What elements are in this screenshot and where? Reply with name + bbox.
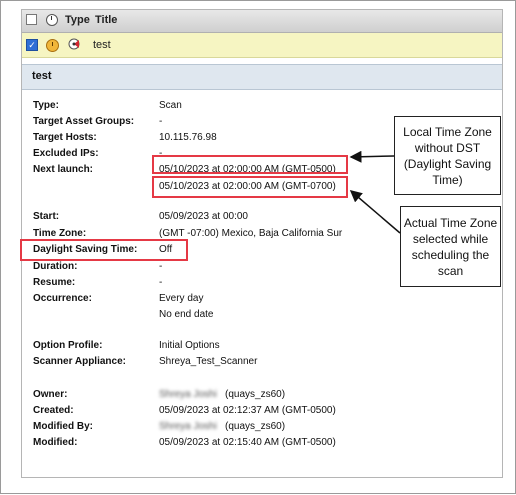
value-owner-login: (quays_zs60): [225, 389, 286, 400]
value-scanner-appliance: Shreya_Test_Scanner: [159, 356, 258, 367]
label-occurrence: Occurrence:: [33, 293, 92, 304]
value-occurrence: Every day: [159, 293, 204, 304]
label-excluded-ips: Excluded IPs:: [33, 148, 99, 159]
highlight-next-launch-actual: [152, 176, 348, 198]
detail-title: test: [32, 70, 52, 82]
table-row[interactable]: ✓ test: [22, 33, 502, 58]
value-target-asset-groups: -: [159, 116, 163, 127]
value-end-date: No end date: [159, 309, 214, 320]
row-checkbox[interactable]: ✓: [26, 39, 38, 51]
value-owner-name: Shreya Joshi: [159, 389, 217, 400]
label-target-hosts: Target Hosts:: [33, 132, 97, 143]
value-type: Scan: [159, 100, 182, 111]
label-created: Created:: [33, 405, 74, 416]
label-owner: Owner:: [33, 389, 68, 400]
label-start: Start:: [33, 211, 60, 222]
value-start: 05/09/2023 at 00:00: [159, 211, 248, 222]
highlight-daylight-saving-time: [20, 239, 188, 261]
screenshot-frame: Type Title ✓ test test Type: Scan Target…: [0, 0, 516, 494]
value-modified-by-name: Shreya Joshi: [159, 421, 217, 432]
callout-actual-time-zone: Actual Time Zone selected while scheduli…: [400, 206, 501, 287]
label-target-asset-groups: Target Asset Groups:: [33, 116, 135, 127]
callout-local-text: Local Time Zone without DST (Daylight Sa…: [403, 124, 492, 187]
list-header: Type Title: [22, 10, 502, 33]
callout-actual-text: Actual Time Zone selected while scheduli…: [403, 215, 498, 278]
label-modified: Modified:: [33, 437, 78, 448]
row-title[interactable]: test: [93, 39, 111, 51]
label-next-launch: Next launch:: [33, 164, 94, 175]
value-created: 05/09/2023 at 02:12:37 AM (GMT-0500): [159, 405, 336, 416]
value-modified-by-login: (quays_zs60): [225, 421, 286, 432]
column-title[interactable]: Title: [95, 14, 117, 26]
label-type: Type:: [33, 100, 59, 111]
value-duration: -: [159, 261, 163, 272]
value-option-profile: Initial Options: [159, 340, 220, 351]
select-all-checkbox[interactable]: [26, 14, 37, 25]
label-time-zone: Time Zone:: [33, 228, 87, 239]
detail-title-bar: test: [22, 64, 502, 90]
value-resume: -: [159, 277, 163, 288]
value-modified: 05/09/2023 at 02:15:40 AM (GMT-0500): [159, 437, 336, 448]
value-target-hosts: 10.115.76.98: [159, 132, 217, 143]
clock-icon: [46, 14, 58, 26]
column-type[interactable]: Type: [65, 14, 90, 26]
scan-icon: [68, 38, 80, 50]
highlight-next-launch-local: [152, 155, 348, 174]
label-resume: Resume:: [33, 277, 76, 288]
value-time-zone: (GMT -07:00) Mexico, Baja California Sur: [159, 228, 343, 239]
callout-local-time-zone: Local Time Zone without DST (Daylight Sa…: [394, 116, 501, 195]
label-modified-by: Modified By:: [33, 421, 93, 432]
label-scanner-appliance: Scanner Appliance:: [33, 356, 126, 367]
label-option-profile: Option Profile:: [33, 340, 103, 351]
label-duration: Duration:: [33, 261, 78, 272]
scheduled-clock-icon: [46, 39, 59, 52]
